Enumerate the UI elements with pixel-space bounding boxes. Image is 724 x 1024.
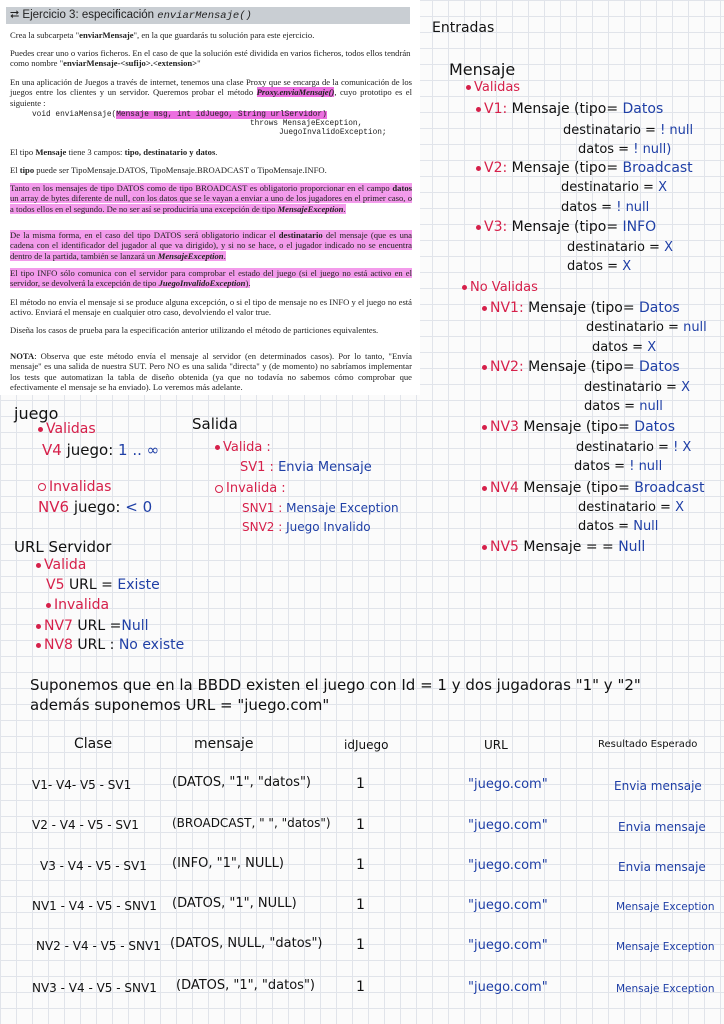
row-idjuego: 1	[356, 817, 365, 833]
row-clase: NV3 - V4 - V5 - SNV1	[32, 981, 157, 995]
row-idjuego: 1	[356, 897, 365, 913]
paragraph-datos-rule: Tanto en los mensajes de tipo DATOS como…	[10, 183, 412, 214]
code-prototype-line1: void enviaMensaje(Mensaje msg, int idJue…	[32, 111, 327, 119]
nv1-destinatario: destinatario = null	[586, 320, 707, 335]
paragraph-info-rule: El tipo INFO sólo comunica con el servid…	[10, 268, 412, 289]
table-header-clase: Clase	[74, 736, 113, 752]
salida-valida-heading: Valida :	[215, 440, 271, 455]
paragraph-behavior: El método no envía el mensaje si se prod…	[10, 297, 412, 318]
nv2-destinatario: destinatario = X	[584, 380, 690, 395]
row-idjuego: 1	[356, 979, 365, 995]
row-resultado: Mensaje Exception	[616, 941, 715, 953]
row-url: "juego.com"	[468, 898, 548, 913]
bullet-icon	[466, 85, 471, 90]
row-idjuego: 1	[356, 776, 365, 792]
class-v5: V5 URL = Existe	[46, 577, 160, 593]
row-resultado: Mensaje Exception	[616, 983, 715, 995]
entradas-heading: Entradas	[432, 20, 495, 36]
row-resultado: Envia mensaje	[618, 820, 706, 834]
row-clase: V3 - V4 - V5 - SV1	[40, 859, 147, 873]
table-header-url: URL	[484, 738, 508, 752]
exercise-title: ⮂ Ejercicio 3: especificación enviarMens…	[6, 7, 410, 24]
row-clase: V1- V4- V5 - SV1	[32, 778, 132, 792]
nv3-datos: datos = ! null	[574, 459, 663, 474]
code-prototype-line2: throws MensajeException,	[250, 120, 363, 128]
salida-invalida-heading: Invalida :	[215, 481, 286, 496]
mensaje-validas-heading: Validas	[466, 80, 520, 95]
class-nv4: NV4 Mensaje (tipo= Broadcast	[482, 480, 704, 496]
assumption-line-1: Suponemos que en la BBDD existen el jueg…	[30, 676, 641, 694]
assumption-line-2: además suponemos URL = "juego.com"	[30, 696, 330, 714]
nv1-datos: datos = X	[592, 340, 657, 355]
paragraph-task: Diseña los casos de prueba para la espec…	[10, 325, 379, 335]
v2-destinatario: destinatario = X	[561, 180, 667, 195]
row-idjuego: 1	[356, 937, 365, 953]
class-snv2: SNV2 : Juego Invalido	[242, 520, 371, 534]
paragraph-tipo: El tipo puede ser TipoMensaje.DATOS, Tip…	[10, 165, 327, 175]
table-header-resultado: Resultado Esperado	[598, 739, 698, 750]
url-heading: URL Servidor	[14, 538, 112, 556]
nv2-datos: datos = null	[584, 399, 663, 414]
class-nv2: NV2: Mensaje (tipo= Datos	[482, 359, 680, 375]
url-invalida-heading: Invalida	[46, 597, 109, 613]
nv4-datos: datos = Null	[578, 519, 659, 534]
nv4-destinatario: destinatario = X	[578, 500, 684, 515]
row-idjuego: 1	[356, 857, 365, 873]
row-mensaje: (DATOS, NULL, "datos")	[170, 936, 323, 951]
class-v3: V3: Mensaje (tipo= INFO	[476, 219, 656, 235]
class-sv1: SV1 : Envia Mensaje	[240, 460, 372, 475]
row-mensaje: (BROADCAST, " ", "datos")	[172, 816, 331, 830]
paragraph-destinatario-rule: De la misma forma, en el caso del tipo D…	[10, 230, 413, 261]
mensaje-heading: Mensaje	[449, 60, 516, 79]
paragraph-files: Puedes crear uno o varios ficheros. En e…	[10, 48, 411, 69]
table-header-mensaje: mensaje	[194, 736, 254, 752]
row-mensaje: (DATOS, "1", "datos")	[176, 978, 315, 993]
paragraph-context: En una aplicación de Juegos a través de …	[10, 77, 412, 108]
row-mensaje: (INFO, "1", NULL)	[172, 856, 284, 871]
row-resultado: Envia mensaje	[614, 779, 702, 793]
row-resultado: Envia mensaje	[618, 860, 706, 874]
class-nv6: NV6 juego: < 0	[38, 498, 153, 516]
class-nv5: NV5 Mensaje = = Null	[482, 539, 645, 555]
class-nv1: NV1: Mensaje (tipo= Datos	[482, 300, 680, 316]
row-clase: NV2 - V4 - V5 - SNV1	[36, 939, 161, 953]
class-snv1: SNV1 : Mensaje Exception	[242, 501, 399, 515]
table-header-idjuego: idJuego	[344, 738, 389, 752]
exercise-document: ⮂ Ejercicio 3: especificación enviarMens…	[0, 0, 420, 395]
salida-heading: Salida	[192, 415, 238, 433]
class-v2: V2: Mensaje (tipo= Broadcast	[476, 160, 693, 176]
class-v1: V1: Mensaje (tipo= Datos	[476, 101, 663, 117]
paragraph-mensaje-fields: El tipo Mensaje tiene 3 campos: tipo, de…	[10, 147, 218, 157]
collapse-arrows-icon[interactable]: ⮂	[10, 9, 22, 21]
v2-datos: datos = ! null	[561, 200, 650, 215]
v1-destinatario: destinatario = ! null	[563, 123, 694, 138]
v3-datos: datos = X	[567, 259, 632, 274]
row-mensaje: (DATOS, "1", "datos")	[172, 775, 311, 790]
mensaje-no-validas-heading: No Validas	[462, 280, 538, 295]
row-resultado: Mensaje Exception	[616, 901, 715, 913]
row-url: "juego.com"	[468, 858, 548, 873]
row-mensaje: (DATOS, "1", NULL)	[172, 896, 297, 911]
class-nv7: NV7 URL =Null	[36, 618, 149, 634]
row-clase: NV1 - V4 - V5 - SNV1	[32, 899, 157, 913]
juego-invalidas-heading: Invalidas	[38, 479, 111, 495]
code-prototype-line3: JuegoInvalidoException;	[279, 129, 387, 137]
row-url: "juego.com"	[468, 777, 548, 792]
ring-bullet-icon	[38, 483, 46, 491]
paragraph-intro: Crea la subcarpeta "enviarMensaje", en l…	[10, 30, 315, 40]
class-nv8: NV8 URL : No existe	[36, 637, 184, 653]
url-valida-heading: Valida	[36, 557, 86, 573]
juego-validas-heading: Validas	[38, 421, 96, 437]
row-clase: V2 - V4 - V5 - SV1	[32, 818, 139, 832]
class-v4: V4 juego: 1 .. ∞	[42, 441, 160, 459]
paragraph-note: NOTA: Observa que este método envía el m…	[10, 351, 412, 392]
row-url: "juego.com"	[468, 980, 548, 995]
row-url: "juego.com"	[468, 938, 548, 953]
class-nv3: NV3 Mensaje (tipo= Datos	[482, 419, 675, 435]
row-url: "juego.com"	[468, 818, 548, 833]
v3-destinatario: destinatario = X	[567, 240, 673, 255]
v1-datos: datos = ! null)	[578, 142, 672, 157]
nv3-destinatario: destinatario = ! X	[576, 440, 692, 455]
